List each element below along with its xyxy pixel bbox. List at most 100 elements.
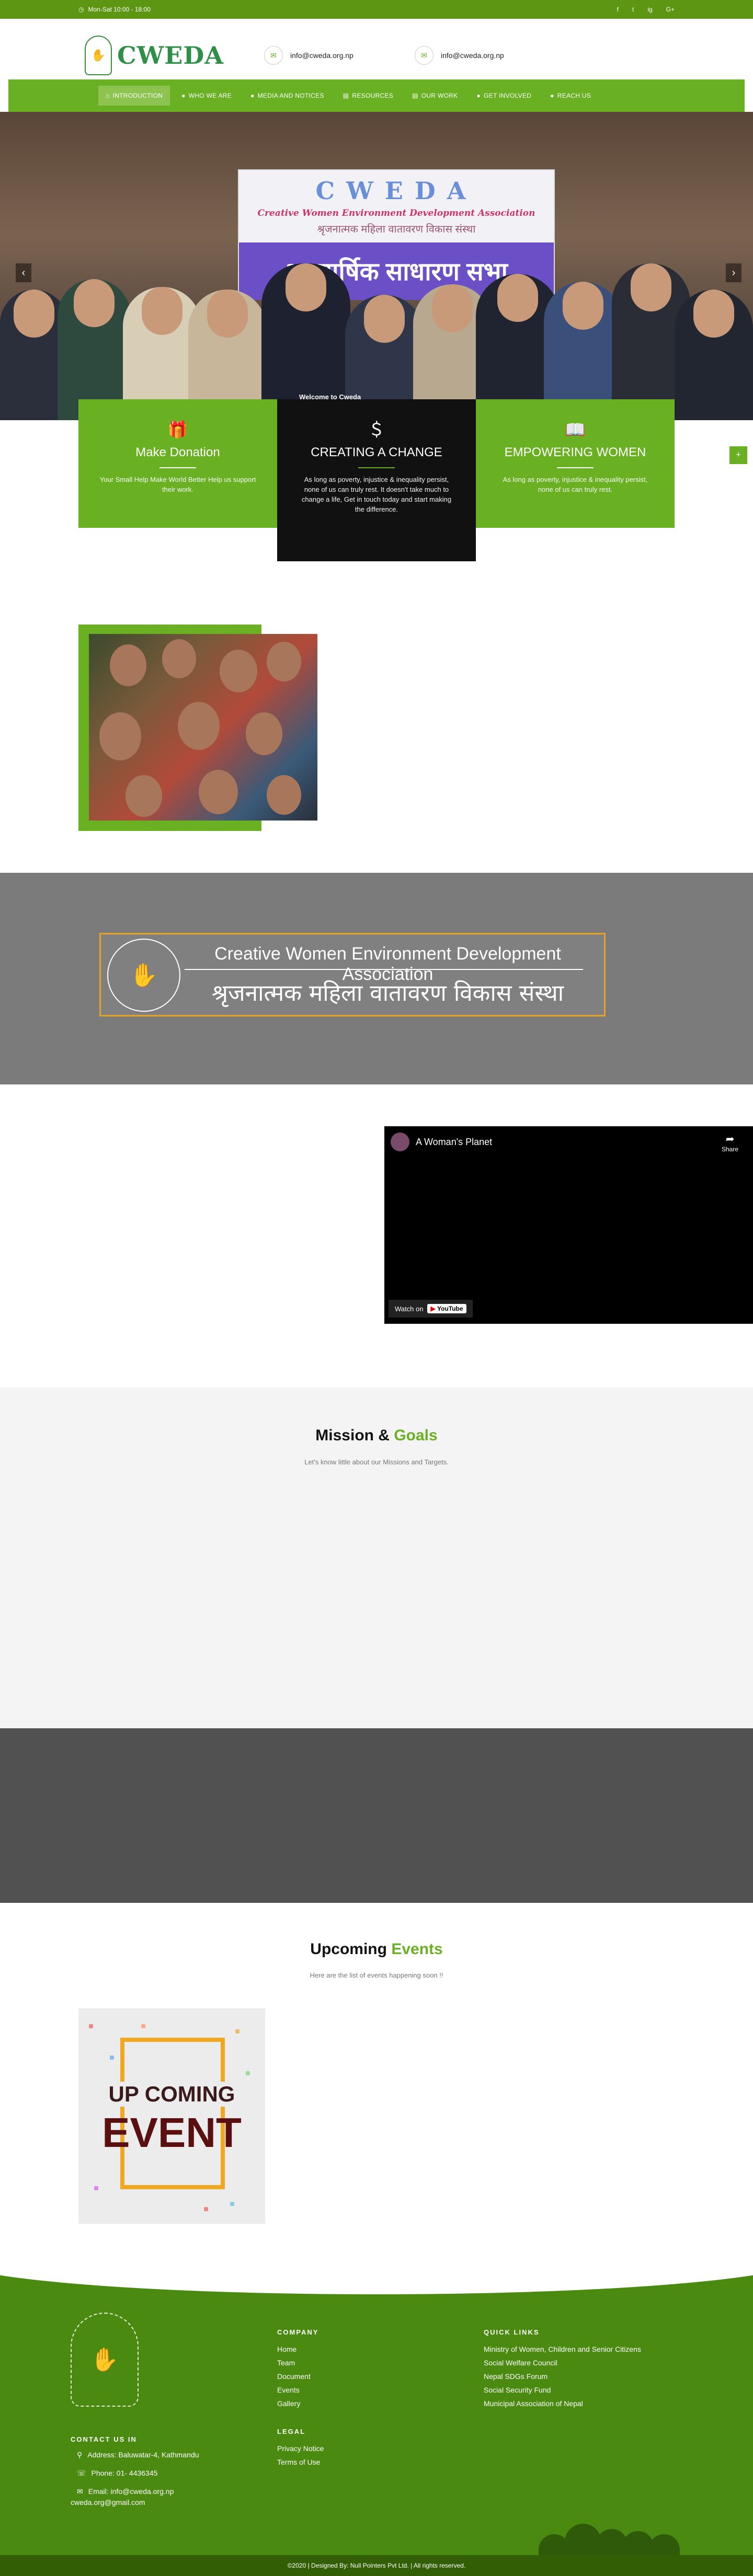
footer-address: Address: Baluwatar-4, Kathmandu <box>87 2451 199 2459</box>
nav-label: WHO WE ARE <box>188 92 232 99</box>
nav-label: REACH US <box>557 92 591 99</box>
logo-emblem-icon: ✋ <box>85 36 112 75</box>
events-title-a: Upcoming <box>310 1940 387 1958</box>
mission-subtitle: Let's know little about our Missions and… <box>304 1458 449 1466</box>
org-name-nepali: श्रृजनात्मक महिला वातावरण विकास संस्था <box>211 980 564 1007</box>
envelope-icon: ✉ <box>77 2487 83 2496</box>
banner-nepali: श्रृजनात्मक महिला वातावरण विकास संस्था <box>317 224 476 235</box>
instagram-icon[interactable]: ig <box>647 6 652 13</box>
footer-quick-link[interactable]: Social Welfare Council <box>484 2356 641 2370</box>
youtube-wordmark: YouTube <box>437 1305 463 1312</box>
feature-donation[interactable]: 🎁 Make Donation Your Small Help Make Wor… <box>78 399 277 528</box>
feature-empowering[interactable]: 📖 EMPOWERING WOMEN As long as poverty, i… <box>476 399 675 528</box>
clock-icon: ◷ <box>78 6 84 13</box>
feature-text: Your Small Help Make World Better Help u… <box>99 476 256 493</box>
site-footer: ✋ COMPANY Home Team Document Events Gall… <box>0 2268 753 2576</box>
footer-email[interactable]: Email: info@cweda.org.np <box>88 2487 174 2496</box>
nav-who-we-are[interactable]: ● WHO WE ARE <box>174 86 239 106</box>
group-photo <box>0 248 753 420</box>
channel-avatar[interactable] <box>391 1133 409 1151</box>
footer-phone[interactable]: Phone: 01- 4436345 <box>92 2469 158 2478</box>
share-label: Share <box>721 1146 738 1153</box>
copyright-bar: ©2020 | Designed By: Null Pointers Pvt L… <box>0 2555 753 2576</box>
video-title[interactable]: A Woman's Planet <box>416 1137 492 1148</box>
footer-link-gallery[interactable]: Gallery <box>277 2397 318 2410</box>
header-email-1[interactable]: ✉ info@cweda.org.np <box>264 46 353 65</box>
home-icon: ⌂ <box>106 92 110 99</box>
watch-on-youtube-button[interactable]: Watch on ▶ YouTube <box>389 1300 473 1318</box>
mission-title: Mission & Goals <box>0 1427 753 1445</box>
watch-on-label: Watch on <box>395 1304 424 1313</box>
footer-link-team[interactable]: Team <box>277 2356 318 2370</box>
feature-text: As long as poverty, injustice & inequali… <box>301 476 452 513</box>
nav-label: OUR WORK <box>421 92 458 99</box>
header-email-text: info@cweda.org.np <box>441 51 504 60</box>
banner-title: CWEDA <box>315 177 477 205</box>
nav-resources[interactable]: ▤ RESOURCES <box>336 86 401 106</box>
footer-quick-link[interactable]: Social Security Fund <box>484 2383 641 2397</box>
footer-link-privacy[interactable]: Privacy Notice <box>277 2442 324 2455</box>
footer-contact: CONTACT US IN ⚲ Address: Baluwatar-4, Kat… <box>71 2435 199 2506</box>
nav-introduction[interactable]: ⌂ INTRODUCTION <box>98 86 170 106</box>
twitter-icon[interactable]: t <box>632 6 634 13</box>
events-title: Upcoming Events <box>0 1940 753 1958</box>
map-pin-icon: ⚲ <box>77 2451 83 2459</box>
footer-quick-title: QUICK LINKS <box>484 2328 540 2336</box>
divider <box>185 969 583 970</box>
mission-title-b: Goals <box>394 1427 438 1444</box>
nav-our-work[interactable]: ▤ OUR WORK <box>405 86 465 106</box>
event-card-line2: EVENT <box>102 2109 242 2156</box>
footer-company: COMPANY Home Team Document Events Galler… <box>277 2326 318 2410</box>
slider-next-button[interactable]: › <box>726 263 741 282</box>
divider <box>159 467 196 468</box>
nav-reach-us[interactable]: ● REACH US <box>543 86 598 106</box>
file-icon: ▤ <box>412 92 418 99</box>
nav-label: MEDIA AND NOTICES <box>257 92 324 99</box>
user-icon: ● <box>476 92 481 99</box>
share-button[interactable]: ➦ Share <box>722 1133 738 1153</box>
site-logo[interactable]: ✋ CWEDA <box>85 36 224 75</box>
banner-subtitle: Creative Women Environment Development A… <box>257 208 535 218</box>
footer-legal-title: LEGAL <box>277 2428 306 2435</box>
org-emblem-icon: ✋ <box>107 939 180 1012</box>
footer-link-document[interactable]: Document <box>277 2370 318 2383</box>
hero-slider: CWEDA Creative Women Environment Develop… <box>0 112 753 420</box>
youtube-video-embed[interactable]: A Woman's Planet ➦ Share Watch on ▶ YouT… <box>384 1126 753 1324</box>
divider <box>358 467 395 468</box>
footer-link-terms[interactable]: Terms of Use <box>277 2455 324 2469</box>
footer-quick-link[interactable]: Ministry of Women, Children and Senior C… <box>484 2342 641 2356</box>
footer-link-events[interactable]: Events <box>277 2383 318 2397</box>
upcoming-event-card[interactable]: UP COMING EVENT <box>78 2008 265 2224</box>
footer-quick-link[interactable]: Municipal Association of Nepal <box>484 2397 641 2410</box>
gift-icon: 🎁 <box>167 420 188 439</box>
person <box>675 290 753 420</box>
nav-get-involved[interactable]: ● GET INVOLVED <box>469 86 539 106</box>
nav-label: INTRODUCTION <box>112 92 163 99</box>
dollar-icon: ＄ <box>368 420 385 439</box>
hours: ◷ Mon-Sat 10:00 - 18:00 <box>78 6 151 13</box>
top-bar: ◷ Mon-Sat 10:00 - 18:00 f t ig G+ <box>0 0 753 19</box>
footer-logo-icon[interactable]: ✋ <box>71 2313 139 2407</box>
google-plus-icon[interactable]: G+ <box>666 6 675 13</box>
phone-icon: ☏ <box>77 2469 86 2477</box>
header-email-2[interactable]: ✉ info@cweda.org.np <box>415 46 504 65</box>
footer-email-2[interactable]: cweda.org@gmail.com <box>71 2498 199 2506</box>
footer-silhouettes <box>539 2524 695 2555</box>
feature-change[interactable]: ＄ CREATING A CHANGE As long as poverty, … <box>277 399 476 561</box>
user-icon: ● <box>550 92 554 99</box>
footer-link-home[interactable]: Home <box>277 2342 318 2356</box>
feature-title: Make Donation <box>135 445 220 459</box>
nav-label: RESOURCES <box>352 92 394 99</box>
footer-contact-title: CONTACT US IN <box>71 2435 137 2443</box>
footer-legal: LEGAL Privacy Notice Terms of Use <box>277 2425 324 2469</box>
envelope-icon: ✉ <box>264 46 283 65</box>
share-icon: ➦ <box>725 1134 735 1145</box>
footer-quick-link[interactable]: Nepal SDGs Forum <box>484 2370 641 2383</box>
side-expand-button[interactable]: + <box>729 446 747 464</box>
facebook-icon[interactable]: f <box>617 6 619 13</box>
slider-prev-button[interactable]: ‹ <box>16 263 31 282</box>
envelope-icon: ✉ <box>415 46 433 65</box>
footer-company-title: COMPANY <box>277 2328 319 2336</box>
nav-label: GET INVOLVED <box>484 92 532 99</box>
nav-media-and-notices[interactable]: ● MEDIA AND NOTICES <box>243 86 332 106</box>
